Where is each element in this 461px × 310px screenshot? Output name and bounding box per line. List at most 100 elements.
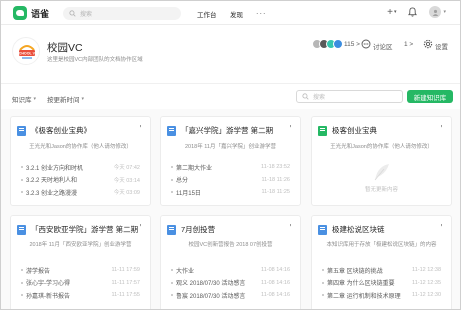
- global-search-placeholder: 搜索: [80, 12, 93, 18]
- knowledge-search-placeholder: 搜索: [313, 95, 326, 101]
- list-item[interactable]: 第五章 区块链的挑战 11-12 12:38: [322, 264, 441, 277]
- space-logo: SCHOOL VC: [12, 37, 40, 65]
- book-icon: [17, 224, 26, 235]
- card-title[interactable]: 「西安欧亚学院」游学营 第二期: [31, 224, 138, 235]
- avatar-chevron-icon[interactable]: ▾: [443, 9, 446, 15]
- list-item[interactable]: 3.2.1 创业方向和时机 今天 07:42: [21, 161, 140, 174]
- knowledge-base-card[interactable]: 7月创投营 ··· 校园VC创新营报告 2018 07创投营 大作业 11-08 …: [160, 215, 301, 309]
- doc-title: 3.2.3 创业之路漫漫: [21, 188, 77, 197]
- list-item[interactable]: 鲁宸 2018/07/30 活动感言 11-08 14:16: [171, 289, 290, 302]
- space-title: 校园VC: [47, 42, 83, 54]
- card-title[interactable]: 极客创业宝典: [332, 125, 377, 136]
- card-doc-list: 第五章 区块链的挑战 11-12 12:38 第四章 为什么区块链重要 11-12 …: [322, 264, 441, 302]
- app-logo[interactable]: 语雀: [13, 6, 49, 20]
- member-avatars[interactable]: [312, 39, 343, 49]
- list-item[interactable]: 大作业 11-08 14:16: [171, 264, 290, 277]
- card-more-icon[interactable]: ···: [286, 223, 295, 225]
- chevron-down-icon: ▾: [33, 96, 37, 102]
- list-item[interactable]: 观义 2018/07/30 活动感言 11-08 14:16: [171, 277, 290, 290]
- doc-date: 11-08 14:16: [261, 292, 290, 299]
- card-title[interactable]: 7月创投营: [181, 224, 215, 235]
- yuque-logo-icon: [13, 6, 27, 20]
- doc-title: 第二期大作业: [171, 163, 212, 172]
- card-header: 「嘉兴学院」游学营 第二期: [167, 125, 273, 136]
- card-more-icon[interactable]: ···: [437, 223, 446, 225]
- list-item[interactable]: 第四章 为什么区块链重要 11-12 12:35: [322, 277, 441, 290]
- card-doc-list: 大作业 11-08 14:16 观义 2018/07/30 活动感言 11-08 1…: [171, 264, 290, 302]
- list-item[interactable]: 3.2.3 创业之路漫漫 今天 03:09: [21, 186, 140, 199]
- doc-title: 鲁宸 2018/07/30 活动感言: [171, 291, 245, 300]
- doc-title: 观义 2018/07/30 活动感言: [171, 278, 245, 287]
- discussion-count[interactable]: 1 >: [404, 41, 413, 48]
- empty-state-text: 暂无更新内容: [364, 187, 398, 193]
- list-item[interactable]: 孙嘉琪-新书报告 11-11 17:55: [21, 289, 140, 302]
- list-item[interactable]: 第二期大作业 11-18 23:52: [171, 161, 290, 174]
- card-more-icon[interactable]: ···: [136, 223, 145, 225]
- global-search-input[interactable]: 搜索: [63, 7, 181, 20]
- knowledge-base-card[interactable]: 《极客创业宝典》 ··· 王光光和Jason的协作库（他人请勿修改） 3.2.1…: [10, 116, 151, 206]
- card-description: 王光光和Jason的协作库（他人请勿修改）: [29, 144, 132, 150]
- school-vc-logo-icon: SCHOOL VC: [15, 40, 39, 64]
- list-item[interactable]: 3.2.2 天时地利人和 今天 03:14: [21, 174, 140, 187]
- list-item[interactable]: 总分 11-18 11:26: [171, 174, 290, 187]
- filter-knowledge-label: 知识库: [12, 97, 32, 104]
- card-title[interactable]: 《极客创业宝典》: [31, 125, 91, 136]
- card-description: 2018年 11月「西安欧亚学院」创业游学营: [29, 242, 132, 248]
- card-description: 校园VC创新营报告 2018 07创投营: [188, 242, 273, 248]
- card-description: 本知识库用于存放「极建松说区块链」的内容: [326, 242, 437, 248]
- create-button[interactable]: + ▾: [387, 7, 396, 18]
- doc-date: 11-18 11:26: [261, 176, 290, 183]
- doc-title: 第二章 运行机制和技术原理: [322, 291, 401, 300]
- card-doc-list: 游学报告 11-11 17:59 张心宇-学习心得 11-11 17:57 孙嘉琪-…: [21, 264, 140, 302]
- filter-knowledge-dropdown[interactable]: 知识库 ▾: [12, 94, 36, 104]
- list-item[interactable]: 第二章 运行机制和技术原理 11-12 12:30: [322, 289, 441, 302]
- discussion-icon: [361, 39, 371, 49]
- doc-title: 11月15日: [171, 188, 201, 197]
- card-title[interactable]: 极建松说区块链: [332, 224, 385, 235]
- member-count[interactable]: 115 >: [344, 41, 360, 48]
- card-header: 极建松说区块链: [318, 224, 385, 235]
- doc-title: 3.2.1 创业方向和时机: [21, 163, 83, 172]
- header-divider: [1, 83, 460, 84]
- doc-title: 游学报告: [21, 266, 50, 275]
- doc-date: 11-12 12:38: [412, 267, 441, 274]
- nav-more-button[interactable]: ...: [256, 6, 267, 16]
- doc-date: 11-08 14:16: [261, 279, 290, 286]
- sort-dropdown[interactable]: 按更新时间 ▾: [47, 94, 84, 104]
- bell-icon[interactable]: [408, 7, 418, 17]
- knowledge-base-card[interactable]: 「嘉兴学院」游学营 第二期 ··· 2018年 11月「嘉兴学院」创业游学营 第…: [160, 116, 301, 206]
- doc-title: 第五章 区块链的挑战: [322, 266, 383, 275]
- card-description: 王光光和Jason的协作库（他人请勿修改）: [330, 144, 433, 150]
- card-doc-list: 第二期大作业 11-18 23:52 总分 11-18 11:26 11月15日 11…: [171, 161, 290, 199]
- list-item[interactable]: 游学报告 11-11 17:59: [21, 264, 140, 277]
- doc-title: 第四章 为什么区块链重要: [322, 278, 395, 287]
- app-name: 语雀: [31, 8, 50, 19]
- card-more-icon[interactable]: ···: [136, 124, 145, 126]
- knowledge-base-card[interactable]: 极客创业宝典 ··· 王光光和Jason的协作库（他人请勿修改） 暂无更新内容: [311, 116, 452, 206]
- card-more-icon[interactable]: ···: [437, 124, 446, 126]
- empty-feather-icon: [374, 164, 389, 181]
- card-title[interactable]: 「嘉兴学院」游学营 第二期: [181, 125, 273, 136]
- settings-link[interactable]: 设置: [435, 41, 448, 51]
- user-avatar[interactable]: [429, 6, 442, 18]
- doc-date: 11-11 17:57: [111, 279, 140, 286]
- card-header: 7月创投营: [167, 224, 215, 235]
- discussion-link[interactable]: 讨论区: [373, 41, 393, 51]
- search-icon: [69, 10, 76, 17]
- nav-discover[interactable]: 发现: [230, 9, 243, 19]
- search-icon: [302, 93, 309, 100]
- chevron-down-icon: ▾: [81, 96, 85, 102]
- doc-date: 11-11 17:55: [111, 292, 140, 299]
- empty-state: 暂无更新内容: [312, 162, 451, 193]
- new-knowledge-base-button[interactable]: 新建知识库: [407, 90, 453, 103]
- knowledge-base-card[interactable]: 极建松说区块链 ··· 本知识库用于存放「极建松说区块链」的内容 第五章 区块链…: [311, 215, 452, 309]
- knowledge-search-input[interactable]: 搜索: [296, 90, 403, 103]
- knowledge-base-card[interactable]: 「西安欧亚学院」游学营 第二期 ··· 2018年 11月「西安欧亚学院」创业游…: [10, 215, 151, 309]
- card-more-icon[interactable]: ···: [286, 124, 295, 126]
- book-icon: [167, 224, 176, 235]
- doc-date: 今天 03:09: [113, 190, 140, 197]
- doc-date: 11-18 23:52: [261, 164, 290, 171]
- list-item[interactable]: 张心宇-学习心得 11-11 17:57: [21, 277, 140, 290]
- nav-workbench[interactable]: 工作台: [197, 9, 217, 19]
- list-item[interactable]: 11月15日 11-18 11:25: [171, 186, 290, 199]
